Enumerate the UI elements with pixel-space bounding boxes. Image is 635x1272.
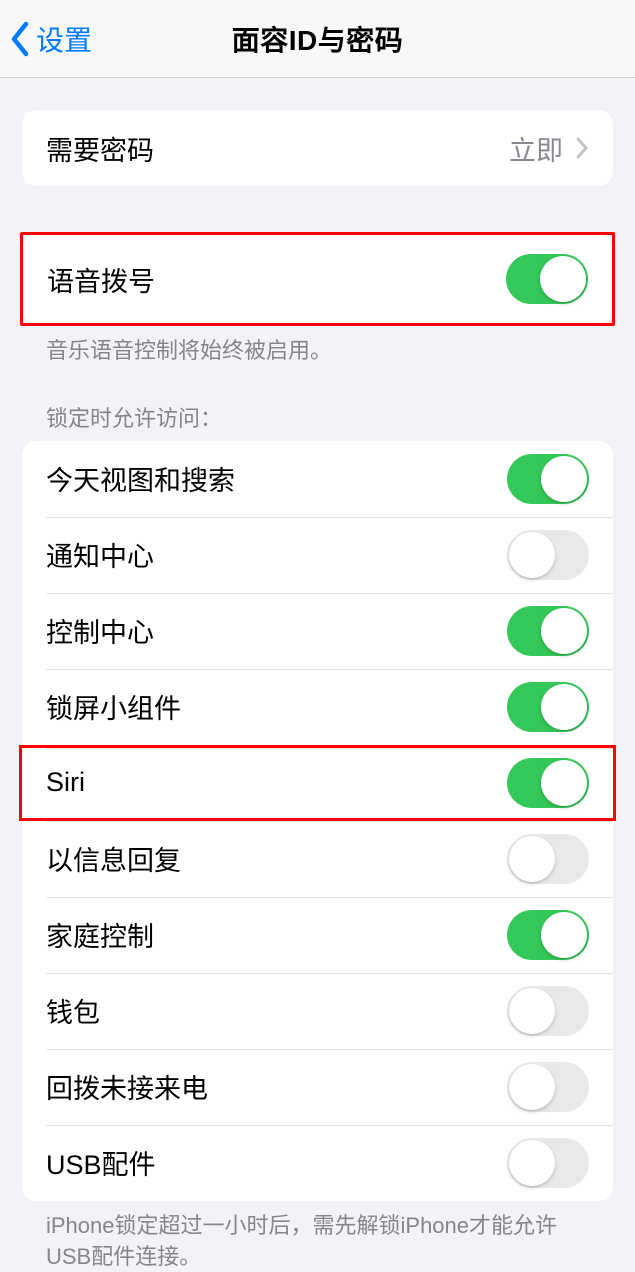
require-passcode-row[interactable]: 需要密码 立即 (22, 110, 613, 186)
lock-access-row: 控制中心 (22, 593, 613, 669)
row-label: 控制中心 (46, 611, 154, 650)
voice-dial-row: 语音拨号 (23, 235, 612, 323)
toggle[interactable] (507, 1062, 589, 1112)
toggle[interactable] (507, 530, 589, 580)
lock-access-row: 今天视图和搜索 (22, 441, 613, 517)
back-button[interactable]: 设置 (8, 19, 92, 59)
toggle[interactable] (507, 454, 589, 504)
lock-access-row: USB配件 (22, 1125, 613, 1201)
lock-access-footer: iPhone锁定超过一小时后，需先解锁iPhone才能允许USB配件连接。 (0, 1201, 635, 1272)
toggle[interactable] (507, 834, 589, 884)
chevron-left-icon (8, 20, 32, 58)
row-label: 需要密码 (46, 129, 154, 168)
row-label: 回拨未接来电 (46, 1067, 208, 1106)
lock-access-list: 今天视图和搜索通知中心控制中心锁屏小组件 Siri 以信息回复家庭控制钱包回拨未接来… (22, 441, 613, 1201)
lock-access-row: 回拨未接来电 (22, 1049, 613, 1125)
row-label: USB配件 (46, 1143, 156, 1182)
lock-access-row: 家庭控制 (22, 897, 613, 973)
row-label: Siri (46, 767, 85, 798)
row-label: 钱包 (46, 991, 100, 1030)
page-title: 面容ID与密码 (232, 19, 404, 59)
lock-access-row: 锁屏小组件 (22, 669, 613, 745)
chevron-right-icon (575, 137, 589, 159)
lock-access-header: 锁定时允许访问： (0, 401, 635, 441)
lock-access-row: 钱包 (22, 973, 613, 1049)
row-label: 通知中心 (46, 535, 154, 574)
row-label: 锁屏小组件 (46, 687, 181, 726)
row-value: 立即 (509, 129, 563, 168)
toggle[interactable] (507, 910, 589, 960)
toggle[interactable] (507, 986, 589, 1036)
toggle[interactable] (507, 606, 589, 656)
row-label: 今天视图和搜索 (46, 459, 235, 498)
nav-bar: 设置 面容ID与密码 (0, 0, 635, 78)
lock-access-row: 通知中心 (22, 517, 613, 593)
highlight-siri-row: Siri (19, 745, 616, 821)
voice-dial-toggle[interactable] (506, 254, 588, 304)
lock-access-row: 以信息回复 (22, 821, 613, 897)
toggle[interactable] (507, 758, 589, 808)
toggle[interactable] (507, 1138, 589, 1188)
back-label: 设置 (36, 19, 92, 59)
voice-dial-footer: 音乐语音控制将始终被启用。 (0, 326, 635, 367)
row-label: 家庭控制 (46, 915, 154, 954)
row-label: 语音拨号 (47, 260, 155, 299)
row-label: 以信息回复 (46, 839, 181, 878)
highlight-voice-dial: 语音拨号 (20, 232, 615, 326)
toggle[interactable] (507, 682, 589, 732)
